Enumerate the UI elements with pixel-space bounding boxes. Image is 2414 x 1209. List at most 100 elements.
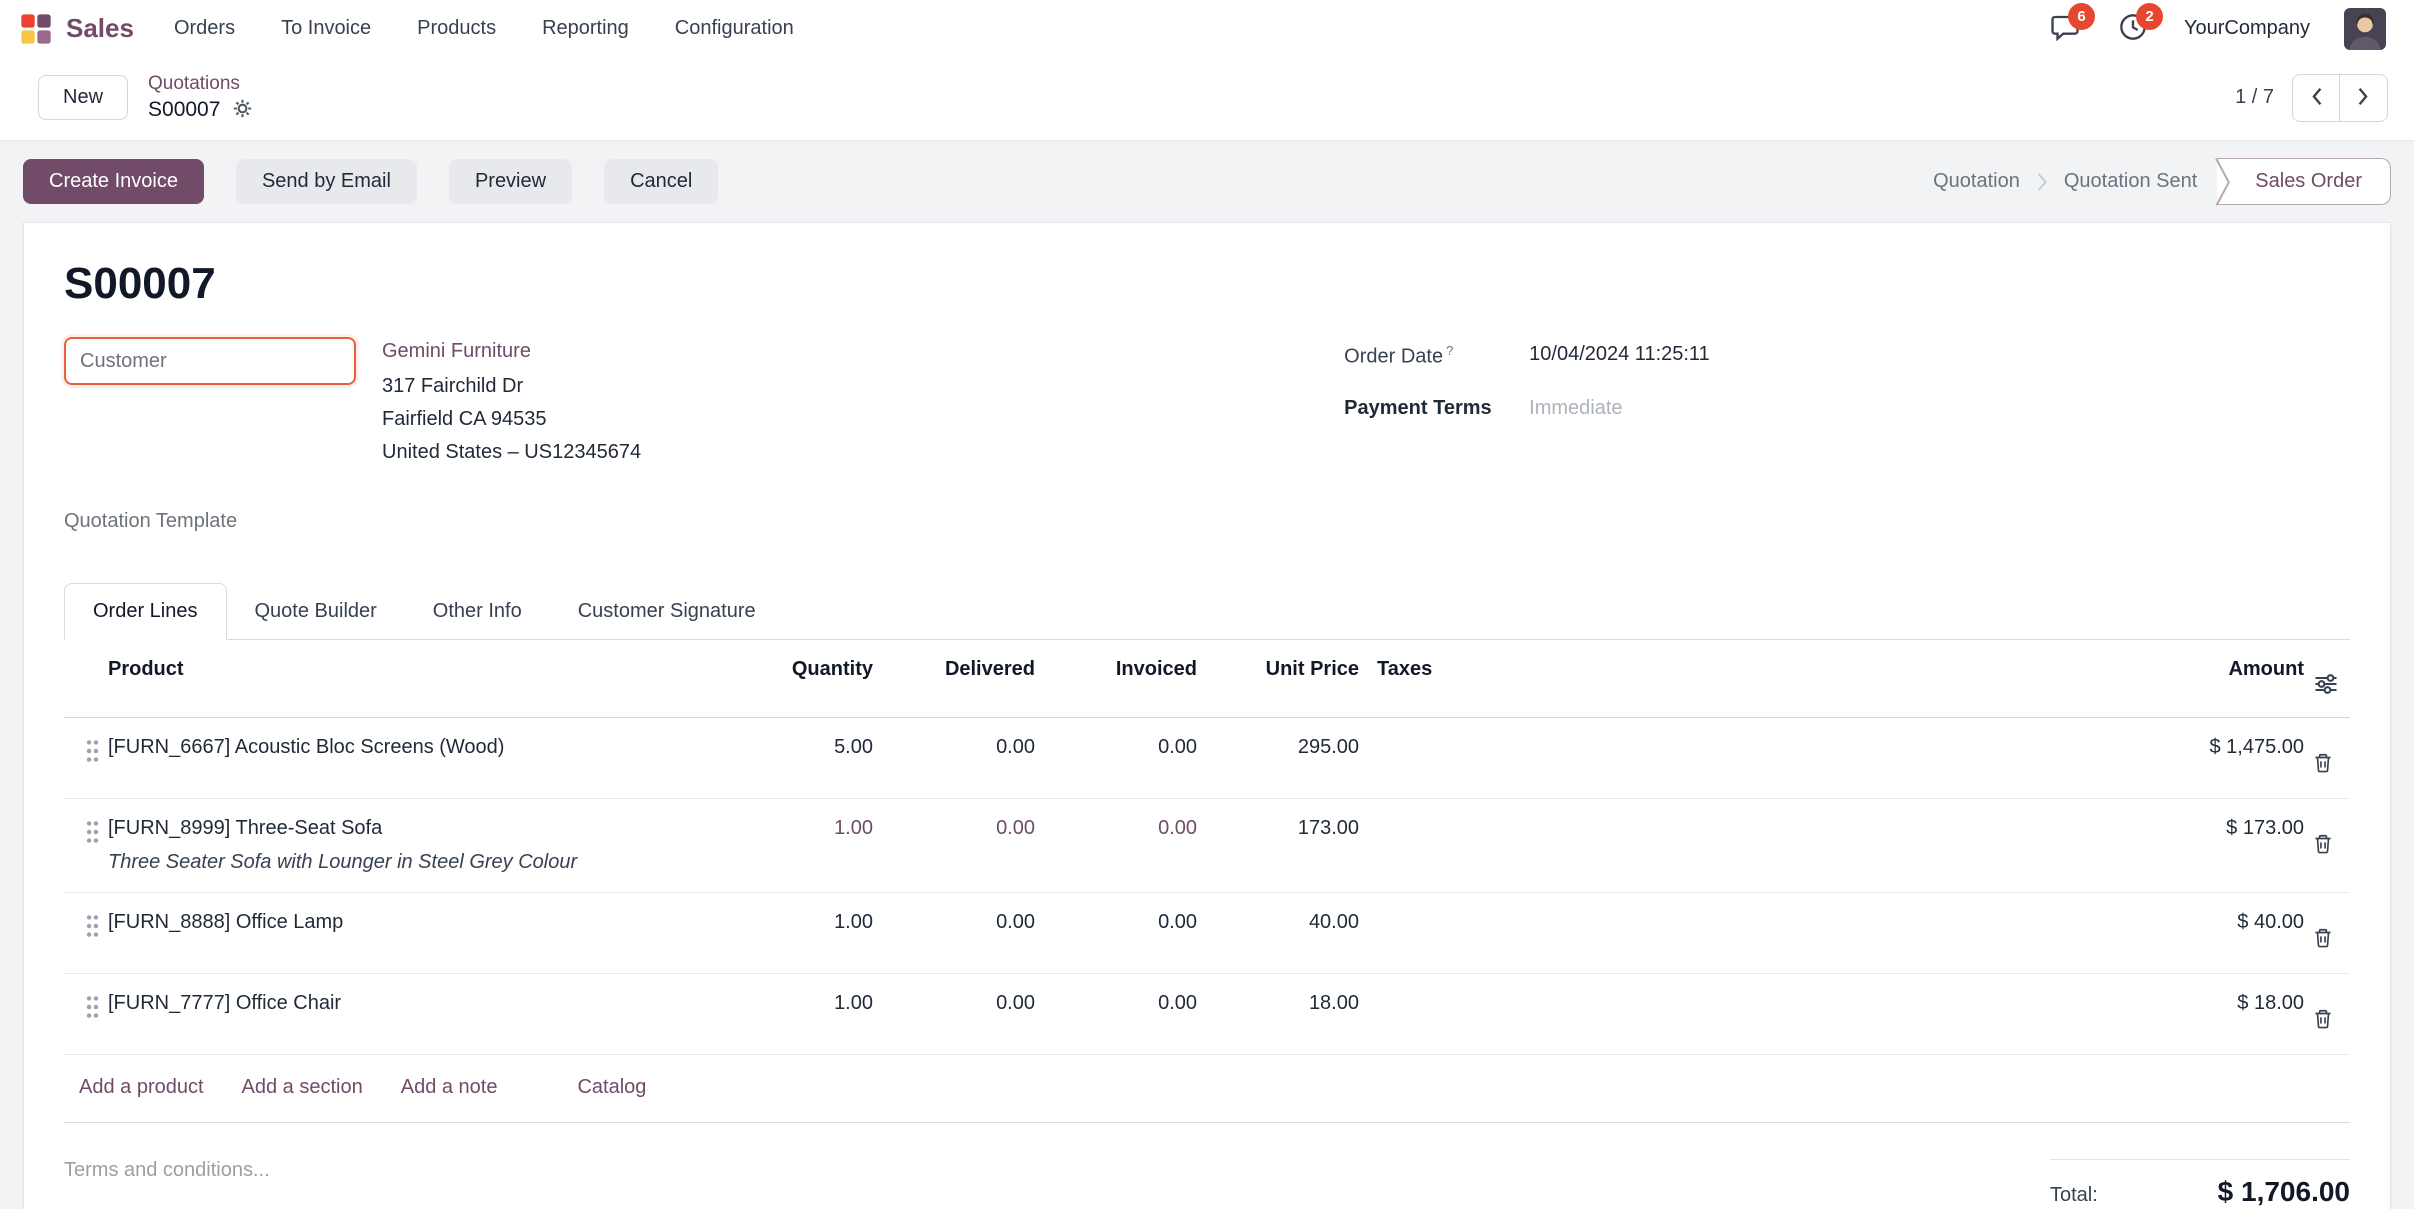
cell-amount: $ 1,475.00 <box>2014 718 2304 777</box>
cell-invoiced[interactable]: 0.00 <box>1035 799 1197 858</box>
table-header-row: Product Quantity Delivered Invoiced Unit… <box>64 640 2350 718</box>
cell-taxes[interactable] <box>1359 799 2014 835</box>
delete-line-button[interactable] <box>2304 992 2334 1033</box>
column-header-taxes: Taxes <box>1359 640 2014 696</box>
cell-amount: $ 18.00 <box>2014 974 2304 1033</box>
partner-info: Gemini Furniture 317 Fairchild Dr Fairfi… <box>382 337 641 464</box>
cell-delivered[interactable]: 0.00 <box>873 718 1035 777</box>
cell-taxes[interactable] <box>1359 974 2014 1010</box>
column-header-quantity: Quantity <box>728 640 873 696</box>
order-date-value[interactable]: 10/04/2024 11:25:11 <box>1529 343 1710 369</box>
activities-button[interactable]: 2 <box>2116 12 2150 46</box>
drag-handle-icon <box>85 751 100 766</box>
cell-quantity[interactable]: 1.00 <box>728 893 873 952</box>
send-by-email-button[interactable]: Send by Email <box>236 159 417 204</box>
app-name[interactable]: Sales <box>66 13 134 44</box>
cell-invoiced[interactable]: 0.00 <box>1035 974 1197 1033</box>
menu-to-invoice[interactable]: To Invoice <box>281 17 371 40</box>
menu-reporting[interactable]: Reporting <box>542 17 629 40</box>
drag-handle[interactable] <box>64 799 108 847</box>
cell-product[interactable]: [FURN_7777] Office Chair <box>108 974 728 1033</box>
tab-quote-builder[interactable]: Quote Builder <box>227 583 405 639</box>
cell-product[interactable]: [FURN_8888] Office Lamp <box>108 893 728 952</box>
quotation-template-label: Quotation Template <box>64 510 1344 533</box>
cell-quantity[interactable]: 5.00 <box>728 718 873 777</box>
partner-link[interactable]: Gemini Furniture <box>382 340 641 363</box>
partner-address-line-1: 317 Fairchild Dr <box>382 375 641 398</box>
cancel-button[interactable]: Cancel <box>604 159 718 204</box>
user-avatar[interactable] <box>2344 8 2386 50</box>
cell-invoiced[interactable]: 0.00 <box>1035 718 1197 777</box>
totals-summary: Total: $ 1,706.00 <box>2050 1159 2350 1208</box>
cell-delivered[interactable]: 0.00 <box>873 893 1035 952</box>
cell-unit-price[interactable]: 173.00 <box>1197 799 1359 858</box>
catalog-link[interactable]: Catalog <box>577 1076 646 1099</box>
apps-menu-button[interactable] <box>20 9 58 48</box>
cell-quantity[interactable]: 1.00 <box>728 799 873 858</box>
cell-product[interactable]: [FURN_6667] Acoustic Bloc Screens (Wood) <box>108 718 728 777</box>
statusbar: Quotation Quotation Sent Sales Order <box>1923 158 2391 205</box>
cell-invoiced[interactable]: 0.00 <box>1035 893 1197 952</box>
cell-unit-price[interactable]: 18.00 <box>1197 974 1359 1033</box>
order-date-label: Order Date? <box>1344 343 1529 369</box>
delete-line-button[interactable] <box>2304 911 2334 952</box>
drag-handle[interactable] <box>64 974 108 1022</box>
cell-unit-price[interactable]: 295.00 <box>1197 718 1359 777</box>
form-sheet: S00007 Gemini Furniture 317 Fairchild Dr… <box>23 222 2391 1209</box>
messages-button[interactable]: 6 <box>2048 12 2082 46</box>
customer-input[interactable] <box>64 337 356 385</box>
breadcrumb-current: S00007 <box>148 98 220 122</box>
company-switcher[interactable]: YourCompany <box>2184 17 2310 40</box>
pager-next-button[interactable] <box>2340 74 2388 122</box>
drag-handle[interactable] <box>64 893 108 941</box>
payment-terms-value[interactable]: Immediate <box>1529 397 1622 420</box>
breadcrumb: Quotations S00007 <box>148 73 253 122</box>
create-invoice-button[interactable]: Create Invoice <box>23 159 204 204</box>
tab-order-lines[interactable]: Order Lines <box>64 583 227 640</box>
status-step-sales-order[interactable]: Sales Order <box>2217 158 2391 205</box>
table-row: [FURN_7777] Office Chair 1.00 0.00 0.00 … <box>64 974 2350 1055</box>
optional-columns-button[interactable] <box>2304 658 2338 699</box>
status-step-quotation-sent[interactable]: Quotation Sent <box>2054 159 2207 204</box>
pager-previous-button[interactable] <box>2292 74 2340 122</box>
menu-configuration[interactable]: Configuration <box>675 17 794 40</box>
gear-icon <box>232 98 253 122</box>
cell-taxes[interactable] <box>1359 893 2014 929</box>
cell-product[interactable]: [FURN_8999] Three-Seat Sofa Three Seater… <box>108 799 728 892</box>
delete-line-button[interactable] <box>2304 817 2334 858</box>
chevron-right-icon <box>2357 86 2370 110</box>
chevron-left-icon <box>2310 86 2323 110</box>
add-section-link[interactable]: Add a section <box>242 1076 363 1099</box>
apps-grid-icon <box>20 13 52 48</box>
preview-button[interactable]: Preview <box>449 159 572 204</box>
delete-line-button[interactable] <box>2304 736 2334 777</box>
add-product-link[interactable]: Add a product <box>79 1076 204 1099</box>
trash-icon <box>2312 762 2334 777</box>
terms-placeholder[interactable]: Terms and conditions... <box>64 1159 270 1182</box>
cell-delivered[interactable]: 0.00 <box>873 799 1035 858</box>
column-header-product: Product <box>108 640 728 696</box>
record-actions-button[interactable] <box>232 98 253 122</box>
avatar-image <box>2344 38 2386 50</box>
cell-unit-price[interactable]: 40.00 <box>1197 893 1359 952</box>
table-row: [FURN_8999] Three-Seat Sofa Three Seater… <box>64 799 2350 893</box>
new-button[interactable]: New <box>38 75 128 120</box>
status-step-quotation[interactable]: Quotation <box>1923 159 2030 204</box>
table-footer-links: Add a product Add a section Add a note C… <box>64 1055 2350 1123</box>
tab-other-info[interactable]: Other Info <box>405 583 550 639</box>
breadcrumb-parent[interactable]: Quotations <box>148 73 253 95</box>
column-header-unit-price: Unit Price <box>1197 640 1359 696</box>
top-navbar: Sales Orders To Invoice Products Reporti… <box>0 0 2414 57</box>
sliders-icon <box>2314 684 2338 699</box>
cell-taxes[interactable] <box>1359 718 2014 754</box>
tab-customer-signature[interactable]: Customer Signature <box>550 583 784 639</box>
add-note-link[interactable]: Add a note <box>401 1076 498 1099</box>
drag-handle[interactable] <box>64 718 108 766</box>
menu-products[interactable]: Products <box>417 17 496 40</box>
chevron-right-icon <box>2036 171 2048 193</box>
trash-icon <box>2312 843 2334 858</box>
cell-quantity[interactable]: 1.00 <box>728 974 873 1033</box>
menu-orders[interactable]: Orders <box>174 17 235 40</box>
pager-count[interactable]: 1 / 7 <box>2235 86 2274 109</box>
cell-delivered[interactable]: 0.00 <box>873 974 1035 1033</box>
